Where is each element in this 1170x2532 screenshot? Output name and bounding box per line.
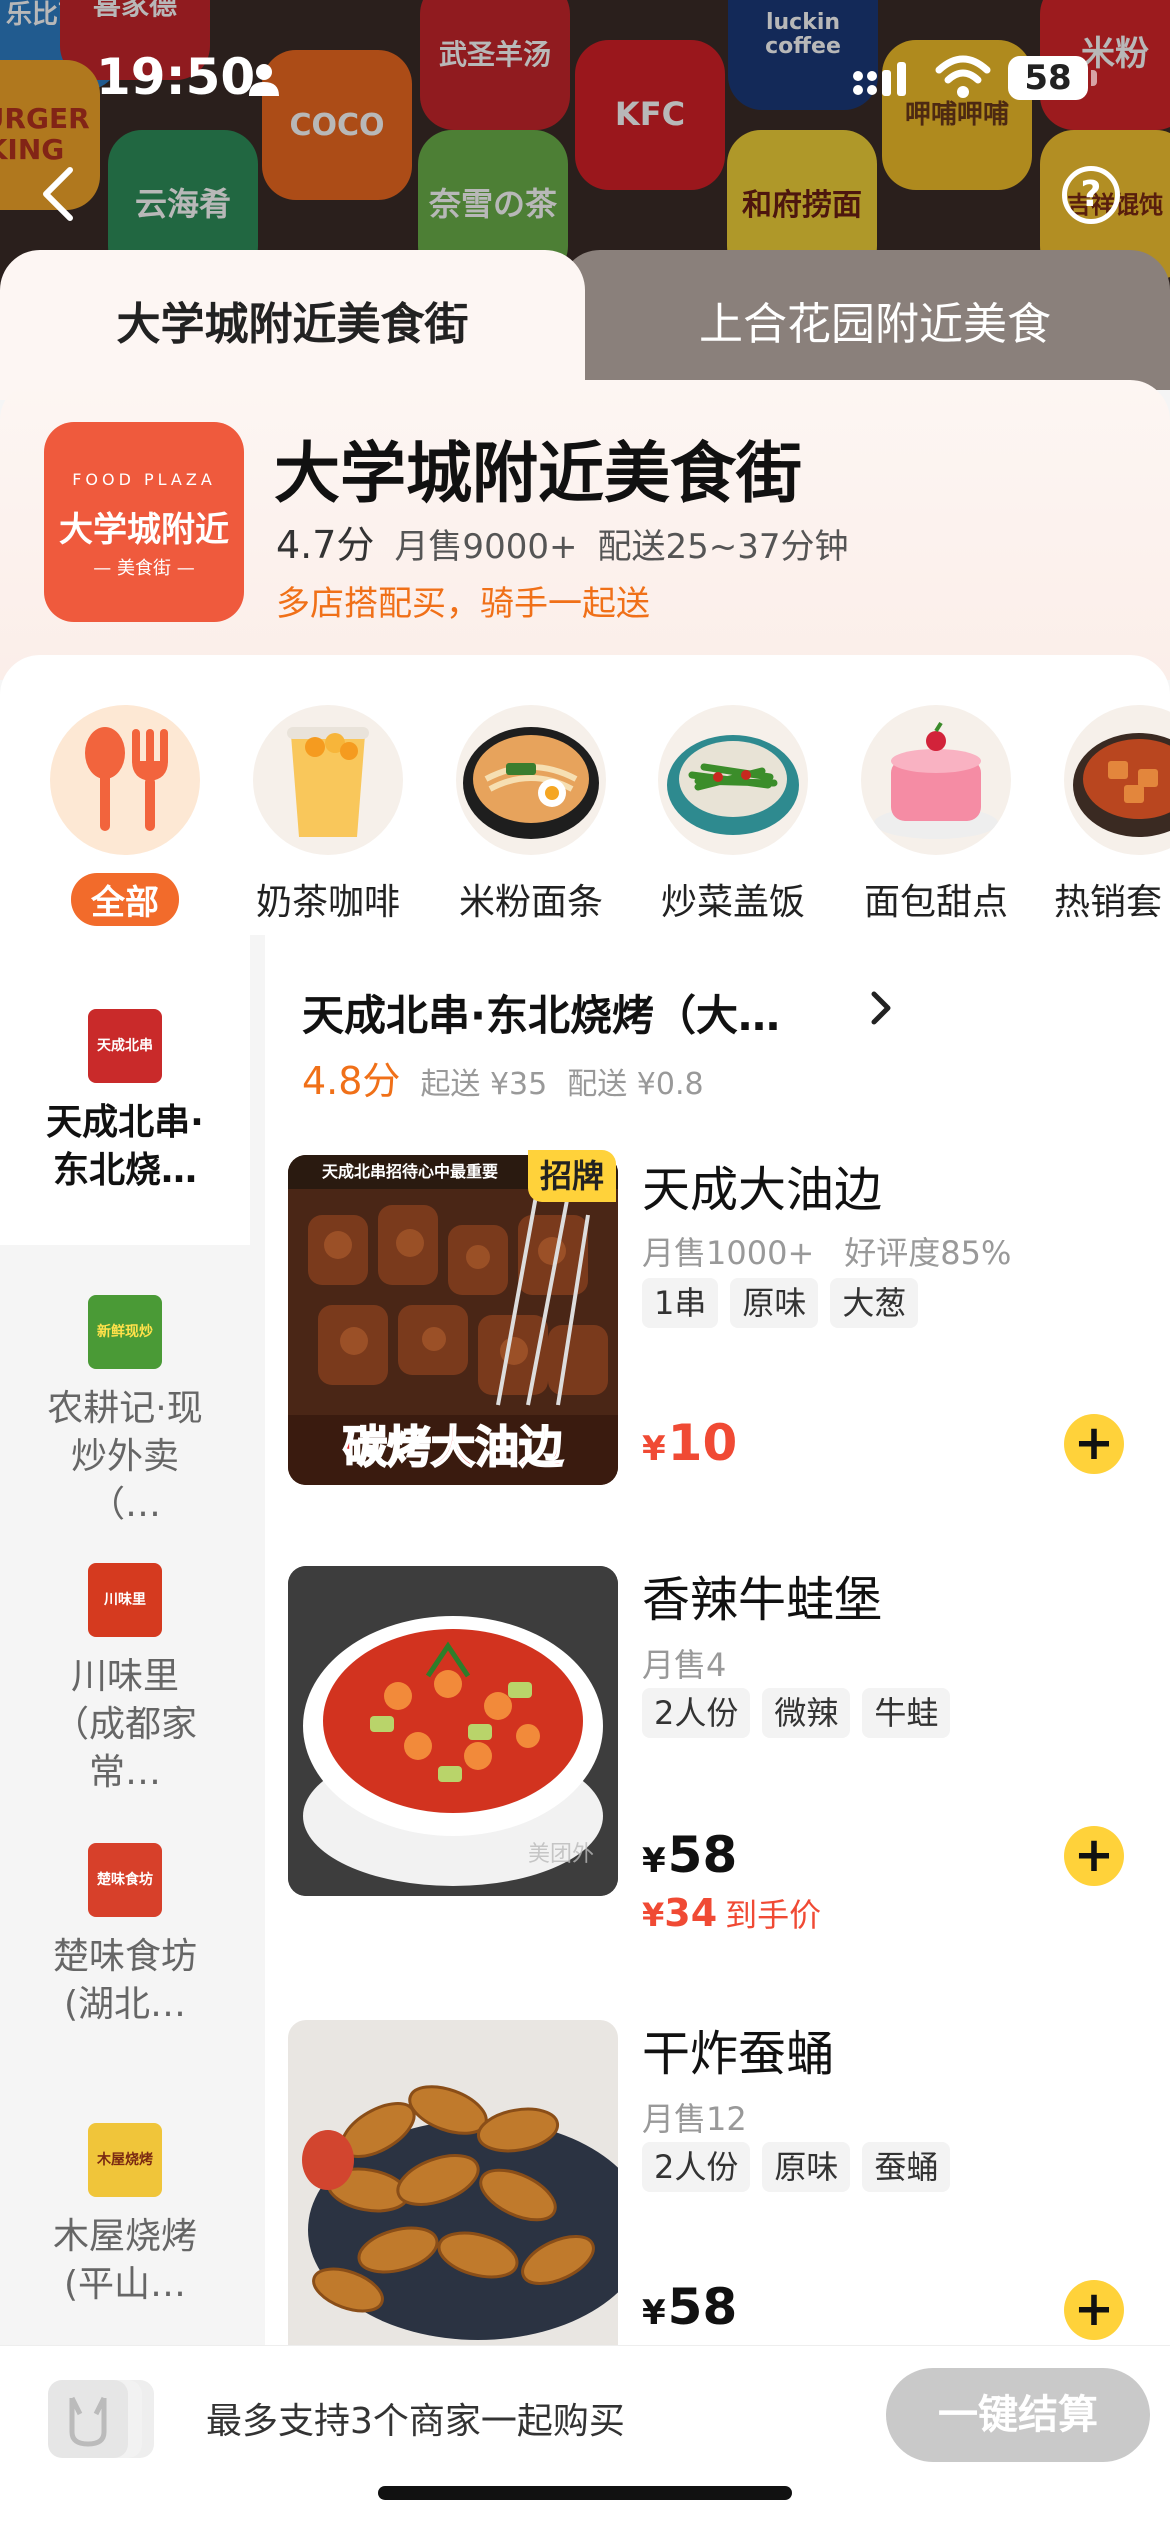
tab-shanghe-garden[interactable]: 上合花园附近美食 [560, 250, 1170, 390]
cart-icon[interactable] [44, 2374, 164, 2464]
combo-icon [1064, 705, 1170, 855]
cake-icon [861, 705, 1011, 855]
store-rating: 4.7分 [276, 523, 375, 567]
cart-hint: 最多支持3个商家一起购买 [206, 2401, 625, 2442]
item-tags: 2人份 微辣 牛蛙 [642, 1688, 951, 1738]
item-price: ¥58 [642, 1826, 738, 1884]
add-to-cart-button[interactable]: + [1064, 1826, 1124, 1886]
battery-indicator: 58 [1008, 56, 1088, 100]
sidebar-item-chuanweili[interactable]: 川味里 川味里（成都家常… [0, 1525, 250, 1805]
item-sales: 月售12 [642, 2100, 747, 2138]
image-watermark: 美团外 [528, 1842, 595, 1867]
item-final-price: ¥34 到手价 [642, 1891, 822, 1935]
shop-delivery-fee: 配送 ¥0.8 [567, 1067, 704, 1102]
item-tag: 2人份 [642, 1688, 751, 1738]
status-bar: 19:50 58 [0, 0, 1170, 150]
category-milk-tea-coffee[interactable]: 奶茶咖啡 [243, 705, 413, 925]
cellular-signal-icon [853, 62, 906, 96]
shop-title[interactable]: 天成北串·东北烧烤（大… [302, 982, 780, 1043]
item-sales: 月售1000+ 好评度85% [642, 1234, 1012, 1272]
status-time: 19:50 [96, 48, 256, 106]
item-image-caption: 碳烤大油边 [342, 1421, 564, 1474]
item-name[interactable]: 干炸蚕蛹 [642, 2014, 834, 2084]
shop-logo: 川味里 [88, 1563, 162, 1637]
wifi-icon [935, 55, 991, 98]
category-bar: 全部 奶茶咖啡 米粉面条 炒菜盖饭 面包甜点 热销套 [0, 655, 1170, 935]
store-delivery-time: 配送25~37分钟 [597, 527, 849, 567]
item-image[interactable]: 美团外 [288, 1566, 618, 1896]
item-tag: 原味 [762, 2142, 851, 2192]
page-title: 大学城附近美食街 [274, 435, 802, 512]
category-bread-dessert[interactable]: 面包甜点 [851, 705, 1021, 925]
item-tags: 2人份 原味 蚕蛹 [642, 2142, 951, 2192]
milk-tea-icon [253, 705, 403, 855]
item-tag: 牛蛙 [862, 1688, 951, 1738]
item-price: ¥10 [642, 1414, 738, 1472]
category-rice-noodles[interactable]: 米粉面条 [446, 705, 616, 925]
shop-meta: 4.8分 起送 ¥35 配送 ¥0.8 [302, 1050, 704, 1105]
item-tag: 微辣 [762, 1688, 851, 1738]
store-meta: 4.7分 月售9000+ 配送25~37分钟 [276, 514, 848, 569]
item-tag: 2人份 [642, 2142, 751, 2192]
store-logo: FOOD PLAZA 大学城附近 — 美食街 — [44, 422, 244, 622]
shop-logo: 楚味食坊 [88, 1843, 162, 1917]
item-price: ¥58 [642, 2278, 738, 2336]
item-tag: 原味 [730, 1278, 819, 1328]
category-stir-fry-rice[interactable]: 炒菜盖饭 [648, 705, 818, 925]
utensils-icon [50, 705, 200, 855]
chevron-right-icon[interactable] [866, 988, 896, 1028]
stir-fry-icon [658, 705, 808, 855]
category-all[interactable]: 全部 [40, 705, 210, 926]
item-tags: 1串 原味 大葱 [642, 1278, 919, 1328]
category-hot-combo[interactable]: 热销套 [1054, 705, 1170, 925]
item-name[interactable]: 天成大油边 [642, 1150, 882, 1220]
item-tag: 1串 [642, 1278, 719, 1328]
sidebar-item-nonggengji[interactable]: 新鲜现炒 农耕记·现炒外卖（… [0, 1245, 250, 1525]
noodle-bowl-icon [456, 705, 606, 855]
checkout-button[interactable]: 一键结算 [886, 2368, 1150, 2462]
add-to-cart-button[interactable]: + [1064, 1414, 1124, 1474]
tab-university-town[interactable]: 大学城附近美食街 [0, 250, 585, 400]
sidebar-item-muwu-bbq[interactable]: 木屋烧烤 木屋烧烤(平山… [0, 2085, 250, 2345]
person-icon [249, 64, 279, 96]
item-image[interactable]: 天成北串招待心中最重要 碳烤大油边 [288, 1155, 618, 1485]
item-tag: 蚕蛹 [862, 2142, 951, 2192]
store-promo: 多店搭配买，骑手一起送 [276, 584, 650, 624]
shop-logo: 木屋烧烤 [88, 2123, 162, 2197]
sidebar-item-tiancheng[interactable]: 天成北串 天成北串·东北烧… [0, 935, 250, 1245]
shop-logo: 天成北串 [88, 1009, 162, 1083]
item-sales: 月售4 [642, 1646, 727, 1684]
item-name[interactable]: 香辣牛蛙堡 [642, 1560, 882, 1630]
item-tag: 大葱 [830, 1278, 919, 1328]
shop-min-order: 起送 ¥35 [420, 1067, 548, 1102]
item-image[interactable] [288, 2020, 618, 2345]
shop-rating: 4.8分 [302, 1059, 401, 1103]
shop-logo: 新鲜现炒 [88, 1295, 162, 1369]
sidebar-item-chuweishifang[interactable]: 楚味食坊 楚味食坊(湖北… [0, 1805, 250, 2085]
store-monthly-sales: 月售9000+ [394, 527, 578, 567]
shop-sidebar: 天成北串 天成北串·东北烧… 新鲜现炒 农耕记·现炒外卖（… 川味里 川味里（成… [0, 935, 265, 2345]
home-indicator [378, 2486, 792, 2500]
signature-badge: 招牌 [528, 1150, 617, 1202]
help-icon[interactable]: ? [1062, 166, 1120, 224]
back-icon[interactable] [36, 164, 86, 224]
add-to-cart-button[interactable]: + [1064, 2280, 1124, 2340]
